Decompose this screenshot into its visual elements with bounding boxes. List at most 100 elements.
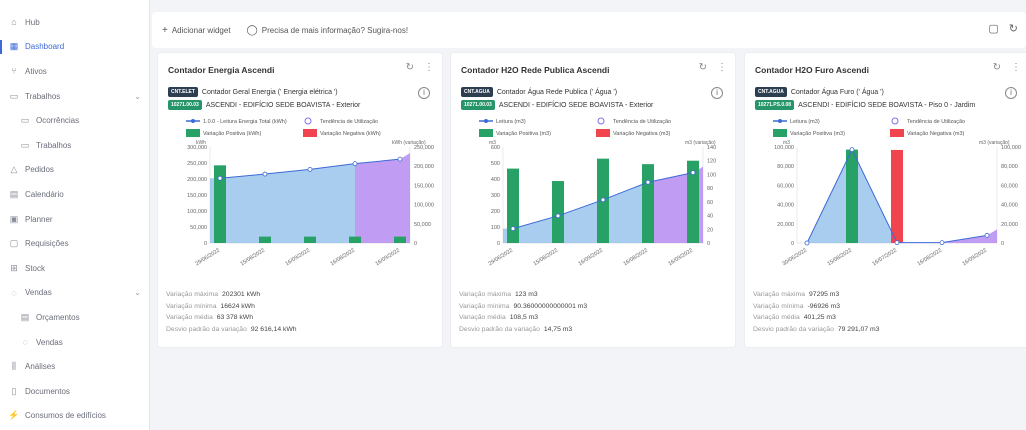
sidebar-item-pedidos[interactable]: △ Pedidos bbox=[0, 158, 149, 183]
bar-positive-variation[interactable] bbox=[394, 236, 406, 243]
refresh-icon[interactable]: ↻ bbox=[1009, 22, 1018, 35]
legend-label[interactable]: Variação Positiva (kWh) bbox=[203, 131, 261, 137]
legend-label[interactable]: Variação Positiva (m3) bbox=[496, 131, 551, 137]
stat-label: Variação mínima bbox=[459, 302, 510, 310]
sidebar-item-stock[interactable]: ⊞ Stock bbox=[0, 256, 149, 281]
y2-axis-unit: m3 (variação) bbox=[685, 140, 716, 146]
widget-title: Contador Energia Ascendi bbox=[168, 65, 275, 75]
more-options-icon[interactable]: ⋮ bbox=[717, 62, 727, 73]
reading-point[interactable] bbox=[645, 179, 651, 185]
legend-label[interactable]: Tendência de Utilização bbox=[613, 119, 671, 125]
x-tick-label: 16/09/2022 bbox=[668, 248, 695, 268]
bar-positive-variation[interactable] bbox=[349, 236, 361, 243]
analytics-icon: ⫼ bbox=[11, 361, 17, 372]
legend-label[interactable]: Variação Negativa (m3) bbox=[613, 131, 671, 137]
reading-point[interactable] bbox=[217, 175, 223, 181]
y2-tick-label: 50,000 bbox=[414, 222, 431, 228]
sidebar-item-planner[interactable]: ▣ Planner bbox=[0, 207, 149, 232]
sidebar-item-vendas[interactable]: ◌ Vendas ⌄ bbox=[0, 281, 149, 306]
counter-name: Contador Geral Energia (' Energia elétri… bbox=[201, 88, 338, 96]
chevron-down-icon[interactable]: ⌄ bbox=[134, 92, 141, 101]
refresh-icon[interactable]: ↻ bbox=[406, 62, 414, 73]
legend-label[interactable]: Variação Positiva (m3) bbox=[790, 131, 845, 137]
bar-positive-variation[interactable] bbox=[552, 181, 564, 243]
reading-point[interactable] bbox=[804, 240, 810, 246]
refresh-icon[interactable]: ↻ bbox=[699, 62, 707, 73]
reading-point[interactable] bbox=[262, 171, 268, 177]
legend-label[interactable]: 1.0.0 - Leitura Energia Total (kWh) bbox=[203, 119, 287, 125]
sidebar-item-análises[interactable]: ⫼ Análises bbox=[0, 354, 149, 379]
more-options-icon[interactable]: ⋮ bbox=[1011, 62, 1021, 73]
sidebar-item-hub[interactable]: ⌂ Hub bbox=[0, 10, 149, 35]
stock-icon: ⊞ bbox=[10, 262, 18, 273]
help-suggestion-link[interactable]: ◯ Precisa de mais informação? Sugira-nos… bbox=[247, 25, 409, 36]
bar-positive-variation[interactable] bbox=[259, 236, 271, 243]
sidebar-item-ocorrências[interactable]: ▭ Ocorrências bbox=[0, 108, 149, 133]
refresh-icon[interactable]: ↻ bbox=[993, 62, 1001, 73]
reading-point[interactable] bbox=[849, 147, 855, 152]
reading-point[interactable] bbox=[307, 167, 313, 172]
consumption-chart: Leitura (m3) Tendência de Utilização Varia… bbox=[773, 117, 1021, 268]
stat-value: 401,25 m3 bbox=[803, 314, 836, 322]
add-widget-button[interactable]: + Adicionar widget bbox=[162, 25, 231, 36]
sidebar-item-orçamentos[interactable]: ▤ Orçamentos bbox=[0, 305, 149, 330]
stats-panel: Variação máxima 123 m3 Variação mínima 90.3… bbox=[459, 289, 587, 335]
stat-row: Variação média 108,5 m3 bbox=[459, 312, 587, 324]
y-axis-unit: m3 bbox=[489, 140, 496, 146]
widget-card: Contador Energia Ascendi ↻ ⋮ CNT.ELET Co… bbox=[157, 52, 443, 348]
legend-label[interactable]: Leitura (m3) bbox=[790, 119, 820, 125]
more-options-icon[interactable]: ⋮ bbox=[424, 62, 434, 73]
reading-point[interactable] bbox=[510, 226, 516, 231]
legend-label[interactable]: Tendência de Utilização bbox=[907, 119, 965, 125]
legend-label[interactable]: Variação Negativa (kWh) bbox=[320, 131, 381, 137]
bar-positive-variation[interactable] bbox=[642, 164, 654, 243]
alert-icon: △ bbox=[10, 164, 18, 175]
info-icon[interactable]: i bbox=[1005, 87, 1017, 99]
reading-point[interactable] bbox=[555, 213, 561, 219]
sidebar-item-requisições[interactable]: ▢ Requisições bbox=[0, 231, 149, 256]
bar-positive-variation[interactable] bbox=[304, 236, 316, 243]
sidebar-item-vendas[interactable]: ◌ Vendas bbox=[0, 330, 149, 355]
reading-point[interactable] bbox=[939, 240, 945, 246]
sidebar-item-label: Ocorrências bbox=[36, 116, 80, 126]
bar-negative-variation[interactable] bbox=[891, 149, 903, 243]
sidebar-item-dashboard[interactable]: ▦ Dashboard bbox=[0, 35, 149, 60]
fullscreen-icon[interactable]: ▢ bbox=[988, 22, 998, 35]
bar-positive-variation[interactable] bbox=[507, 168, 519, 243]
reading-point[interactable] bbox=[600, 197, 606, 203]
stat-row: Variação mínima 90.36000000000001 m3 bbox=[459, 301, 587, 313]
location-code-badge: 10271.PS.0.08 bbox=[755, 100, 795, 110]
x-tick-label: 16/09/2022 bbox=[285, 248, 312, 268]
info-icon[interactable]: i bbox=[711, 87, 723, 99]
reading-point[interactable] bbox=[690, 170, 696, 175]
legend-swatch bbox=[479, 129, 493, 137]
info-icon[interactable]: i bbox=[418, 87, 430, 99]
x-tick-label: 16/07/2022 bbox=[872, 248, 899, 268]
bar-positive-variation[interactable] bbox=[846, 149, 858, 243]
sidebar-item-documentos[interactable]: ▯ Documentos bbox=[0, 379, 149, 404]
consumption-chart: 1.0.0 - Leitura Energia Total (kWh) Tendê… bbox=[186, 117, 434, 268]
y2-tick-label: 0 bbox=[1001, 241, 1004, 247]
x-tick-label: 15/08/2022 bbox=[827, 248, 854, 268]
y2-tick-label: 120 bbox=[707, 159, 716, 165]
sidebar-item-consumos-de-edifícios[interactable]: ⚡ Consumos de edifícios bbox=[0, 404, 149, 429]
sidebar-item-trabalhos[interactable]: ▭ Trabalhos bbox=[0, 133, 149, 158]
sidebar-item-trabalhos[interactable]: ▭ Trabalhos ⌄ bbox=[0, 84, 149, 109]
reading-point[interactable] bbox=[352, 161, 358, 167]
stat-value: 108,5 m3 bbox=[509, 314, 539, 322]
legend-label[interactable]: Leitura (m3) bbox=[496, 119, 526, 125]
reading-point[interactable] bbox=[984, 232, 990, 238]
reading-point[interactable] bbox=[894, 240, 900, 246]
x-tick-label: 15/08/2022 bbox=[533, 248, 560, 268]
stat-value: -96926 m3 bbox=[807, 302, 841, 310]
widget-card: Contador H2O Furo Ascendi ↻ ⋮ CNT.AGUA C… bbox=[744, 52, 1026, 348]
legend-swatch bbox=[304, 117, 312, 125]
sidebar-item-label: Hub bbox=[25, 17, 40, 27]
legend-label[interactable]: Variação Negativa (m3) bbox=[907, 131, 965, 137]
legend-label[interactable]: Tendência de Utilização bbox=[320, 119, 378, 125]
sidebar-item-calendário[interactable]: ▤ Calendário bbox=[0, 182, 149, 207]
reading-point[interactable] bbox=[397, 156, 403, 162]
sidebar-item-ativos[interactable]: ⑂ Ativos bbox=[0, 59, 149, 84]
stat-label: Variação mínima bbox=[753, 302, 804, 310]
chevron-down-icon[interactable]: ⌄ bbox=[134, 288, 141, 297]
